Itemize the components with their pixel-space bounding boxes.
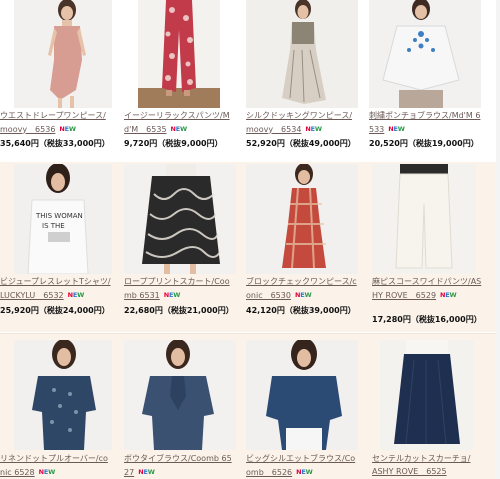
product-photo-image	[369, 0, 481, 108]
product-name[interactable]: 麻ピスコースワイドパンツ/ASHY ROVE 6529	[372, 277, 481, 300]
product-card[interactable]: ボウタイブラウス/Coomb 6527 NEW	[124, 340, 236, 479]
product-photo[interactable]	[246, 164, 358, 274]
new-badge-w: W	[449, 290, 457, 299]
product-price: 20,520円（税抜19,000円）	[369, 139, 479, 148]
product-price: 35,640円（税抜33,000円）	[0, 139, 110, 148]
product-grid: ウエストドレープワンピース/moovy 6536 NEW 35,640円（税抜33…	[0, 0, 500, 479]
new-badge: NEW	[171, 123, 188, 136]
product-photo[interactable]	[138, 0, 220, 108]
product-card[interactable]: THIS WOMAN IS THE ビジュープレスレットTシャツ/LUCKYLU…	[0, 164, 112, 330]
product-name-link[interactable]: ウエストドレープワンピース/moovy 6536 NEW	[0, 110, 112, 136]
product-card[interactable]: シルクドッキングワンピース/moovy 6534 NEW 52,920円（税抜49…	[246, 0, 358, 160]
product-card[interactable]: 麻ピスコースワイドパンツ/ASHY ROVE 6529 NEW 17,280円（税…	[372, 164, 484, 330]
product-name-link[interactable]: 刺繍ポンチョブラウス/Md'M 6533 NEW	[369, 110, 481, 136]
new-badge: NEW	[59, 123, 76, 136]
product-name-link[interactable]: ボウタイブラウス/Coomb 6527 NEW	[124, 453, 236, 479]
new-badge: NEW	[68, 289, 85, 302]
product-photo-image	[380, 340, 474, 450]
new-badge-w: W	[48, 467, 56, 476]
new-badge-w: W	[397, 124, 405, 133]
new-badge-w: W	[314, 124, 322, 133]
product-name-link[interactable]: センテルカットスカーチョ/ASHY ROVE 6525	[372, 453, 472, 478]
product-photo[interactable]	[124, 164, 236, 274]
new-badge: NEW	[296, 466, 313, 479]
product-photo-image	[246, 0, 358, 108]
product-photo[interactable]	[380, 340, 474, 450]
scrollbar[interactable]	[496, 0, 500, 479]
product-photo[interactable]	[372, 164, 476, 274]
product-name-link[interactable]: ブロックチェックワンピース/conic 6530 NEW	[246, 276, 358, 302]
new-badge-w: W	[77, 290, 85, 299]
new-badge-w: W	[304, 290, 312, 299]
product-name-link[interactable]: ビジュープレスレットTシャツ/LUCKYLU 6532 NEW	[0, 276, 112, 302]
new-badge-w: W	[180, 124, 188, 133]
product-card[interactable]: ブロックチェックワンピース/conic 6530 NEW 42,120円（税抜39…	[246, 164, 358, 330]
product-name[interactable]: ビジュープレスレットTシャツ/LUCKYLU 6532	[0, 277, 111, 300]
product-name[interactable]: 刺繍ポンチョブラウス/Md'M 6533	[369, 111, 480, 134]
product-price: 42,120円（税抜39,000円）	[246, 306, 356, 315]
new-badge: NEW	[440, 289, 457, 302]
product-photo-image	[124, 340, 236, 450]
product-name-link[interactable]: ビッグシルエットブラウス/Coomb 6526 NEW	[246, 453, 358, 479]
product-photo[interactable]	[369, 0, 481, 108]
product-photo[interactable]	[246, 340, 358, 450]
product-photo-image	[14, 340, 112, 450]
product-photo-image: THIS WOMAN IS THE	[14, 164, 112, 274]
new-badge-w: W	[173, 290, 181, 299]
product-photo-image	[246, 340, 358, 450]
product-photo-image	[138, 0, 220, 108]
product-price: 17,280円（税抜16,000円）	[372, 315, 482, 324]
product-card[interactable]: ウエストドレープワンピース/moovy 6536 NEW 35,640円（税抜33…	[0, 0, 112, 160]
product-card[interactable]: リネンドットプルオーバー/conic 6528 NEW	[0, 340, 112, 479]
new-badge-w: W	[68, 124, 76, 133]
product-photo-image	[246, 164, 358, 274]
new-badge-w: W	[305, 467, 313, 476]
svg-text:IS THE: IS THE	[42, 222, 65, 230]
new-badge: NEW	[164, 289, 181, 302]
product-name[interactable]: ウエストドレープワンピース/moovy 6536	[0, 111, 106, 134]
product-photo[interactable]	[14, 340, 112, 450]
product-card[interactable]: イージーリラックスパンツ/Md'M 6535 NEW 9,720円（税抜9,000…	[124, 0, 234, 160]
product-card[interactable]: ローププリントスカート/Coomb 6531 NEW 22,680円（税抜21,0…	[124, 164, 236, 330]
product-name-link[interactable]: シルクドッキングワンピース/moovy 6534 NEW	[246, 110, 358, 136]
product-card[interactable]: センテルカットスカーチョ/ASHY ROVE 6525	[372, 340, 484, 479]
product-name-link[interactable]: リネンドットプルオーバー/conic 6528 NEW	[0, 453, 112, 479]
product-name-link[interactable]: イージーリラックスパンツ/Md'M 6535 NEW	[124, 110, 236, 136]
product-photo[interactable]	[246, 0, 358, 108]
product-photo[interactable]	[124, 340, 236, 450]
product-photo-image	[124, 164, 236, 274]
product-price: 22,680円（税抜21,000円）	[124, 306, 234, 315]
new-badge-w: W	[147, 467, 155, 476]
svg-text:THIS WOMAN: THIS WOMAN	[35, 212, 83, 220]
new-badge: NEW	[295, 289, 312, 302]
product-photo[interactable]: THIS WOMAN IS THE	[14, 164, 112, 274]
product-photo-image	[14, 0, 112, 108]
product-name[interactable]: センテルカットスカーチョ/ASHY ROVE 6525	[372, 454, 470, 476]
product-name[interactable]: シルクドッキングワンピース/moovy 6534	[246, 111, 352, 134]
new-badge: NEW	[388, 123, 405, 136]
product-card[interactable]: ビッグシルエットブラウス/Coomb 6526 NEW	[246, 340, 358, 479]
new-badge: NEW	[39, 466, 56, 479]
product-price: 25,920円（税抜24,000円）	[0, 306, 110, 315]
product-card[interactable]: 刺繍ポンチョブラウス/Md'M 6533 NEW 20,520円（税抜19,000…	[369, 0, 481, 160]
product-photo[interactable]	[14, 0, 112, 108]
product-photo-image	[372, 164, 476, 274]
product-price: 52,920円（税抜49,000円）	[246, 139, 356, 148]
new-badge: NEW	[305, 123, 322, 136]
new-badge: NEW	[138, 466, 155, 479]
product-name-link[interactable]: ローププリントスカート/Coomb 6531 NEW	[124, 276, 236, 302]
product-price: 9,720円（税抜9,000円）	[124, 139, 223, 148]
product-name-link[interactable]: 麻ピスコースワイドパンツ/ASHY ROVE 6529 NEW	[372, 276, 484, 302]
